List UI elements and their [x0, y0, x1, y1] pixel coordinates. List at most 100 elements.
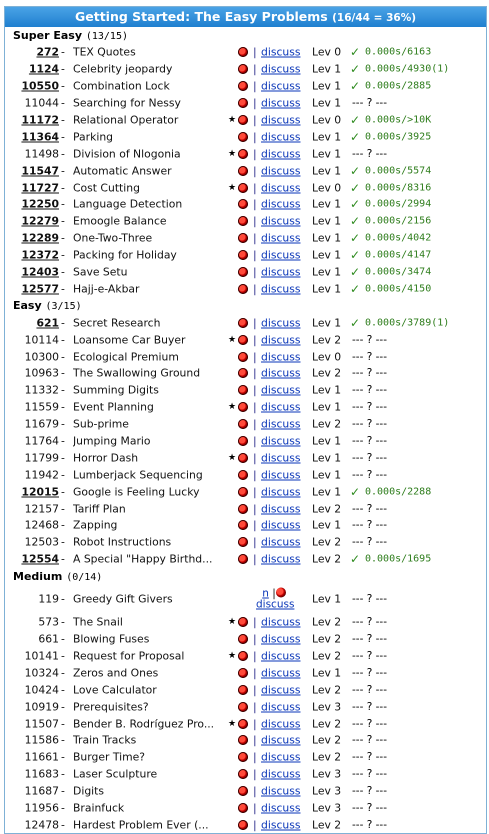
ladybug-icon[interactable]	[238, 735, 248, 746]
ladybug-icon[interactable]	[238, 250, 248, 261]
ladybug-icon[interactable]	[275, 587, 286, 598]
ladybug-icon[interactable]	[238, 115, 248, 125]
problem-id-link[interactable]: 12478	[17, 818, 59, 831]
problem-id-link[interactable]: 12250	[17, 198, 59, 211]
problem-id-link[interactable]: 12157	[17, 502, 59, 515]
ladybug-icon[interactable]	[238, 634, 248, 645]
ladybug-icon[interactable]	[238, 351, 248, 362]
ladybug-icon[interactable]	[238, 667, 248, 678]
problem-id-link[interactable]: 119	[17, 593, 59, 606]
problem-id-link[interactable]: 11172	[17, 114, 59, 127]
discuss-link[interactable]: discuss	[261, 282, 301, 295]
discuss-link[interactable]: discuss	[261, 700, 301, 713]
discuss-link[interactable]: discuss	[261, 717, 301, 730]
ladybug-icon[interactable]	[238, 701, 248, 712]
discuss-link[interactable]: discuss	[261, 215, 301, 228]
discuss-link[interactable]: discuss	[261, 249, 301, 262]
ladybug-icon[interactable]	[238, 718, 248, 729]
problem-title-link[interactable]: Loansome Car Buyer	[73, 333, 223, 346]
problem-title-link[interactable]: Digits	[73, 785, 235, 798]
problem-id-link[interactable]: 661	[17, 633, 59, 646]
problem-id-link[interactable]: 12577	[17, 282, 59, 295]
discuss-link[interactable]: discuss	[261, 734, 301, 747]
problem-id-link[interactable]: 11727	[17, 181, 59, 194]
problem-id-link[interactable]: 11764	[17, 435, 59, 448]
problem-title-link[interactable]: Greedy Gift Givers	[73, 593, 235, 606]
problem-title-link[interactable]: Request for Proposal	[73, 649, 223, 662]
problem-title-link[interactable]: Robot Instructions	[73, 536, 235, 549]
problem-id-link[interactable]: 12015	[17, 485, 59, 498]
ladybug-icon[interactable]	[238, 617, 248, 628]
ladybug-icon[interactable]	[238, 283, 248, 294]
problem-id-link[interactable]: 621	[17, 316, 59, 329]
problem-title-link[interactable]: Burger Time?	[73, 751, 235, 764]
problem-id-link[interactable]: 12403	[17, 266, 59, 279]
problem-id-link[interactable]: 10963	[17, 367, 59, 380]
problem-title-link[interactable]: Google is Feeling Lucky	[73, 485, 235, 498]
discuss-link[interactable]: discuss	[261, 333, 301, 346]
discuss-link[interactable]: discuss	[261, 553, 301, 566]
ladybug-icon[interactable]	[238, 684, 248, 695]
discuss-link[interactable]: discuss	[261, 401, 301, 414]
problem-title-link[interactable]: Zeros and Ones	[73, 666, 235, 679]
problem-id-link[interactable]: 11547	[17, 164, 59, 177]
problem-id-link[interactable]: 11942	[17, 468, 59, 481]
problem-id-link[interactable]: 11044	[17, 97, 59, 110]
ladybug-icon[interactable]	[238, 334, 248, 345]
problem-title-link[interactable]: Division of Nlogonia	[73, 147, 223, 160]
ladybug-icon[interactable]	[238, 537, 248, 548]
ladybug-icon[interactable]	[238, 182, 248, 193]
problem-title-link[interactable]: The Swallowing Ground	[73, 367, 235, 380]
ladybug-icon[interactable]	[238, 520, 248, 531]
discuss-link[interactable]: discuss	[261, 164, 301, 177]
problem-id-link[interactable]: 12554	[17, 553, 59, 566]
problem-id-link[interactable]: 11687	[17, 785, 59, 798]
discuss-link[interactable]: discuss	[261, 683, 301, 696]
problem-title-link[interactable]: Relational Operator	[73, 114, 223, 127]
discuss-link[interactable]: discuss	[261, 751, 301, 764]
problem-id-link[interactable]: 11683	[17, 768, 59, 781]
problem-id-link[interactable]: 12468	[17, 519, 59, 532]
ladybug-icon[interactable]	[238, 786, 248, 797]
ladybug-icon[interactable]	[238, 650, 248, 661]
problem-title-link[interactable]: Searching for Nessy	[73, 97, 235, 110]
discuss-link[interactable]: discuss	[261, 818, 301, 831]
ladybug-icon[interactable]	[238, 267, 248, 278]
ladybug-icon[interactable]	[238, 452, 248, 463]
ladybug-icon[interactable]	[238, 469, 248, 480]
problem-id-link[interactable]: 12279	[17, 215, 59, 228]
discuss-link[interactable]: discuss	[261, 418, 301, 431]
problem-id-link[interactable]: 11661	[17, 751, 59, 764]
ladybug-icon[interactable]	[238, 98, 248, 109]
problem-title-link[interactable]: Prerequisites?	[73, 700, 235, 713]
problem-title-link[interactable]: Blowing Fuses	[73, 633, 235, 646]
problem-title-link[interactable]: Zapping	[73, 519, 235, 532]
discuss-link[interactable]: discuss	[261, 147, 301, 160]
discuss-link[interactable]: discuss	[261, 616, 301, 629]
ladybug-icon[interactable]	[238, 81, 248, 92]
problem-title-link[interactable]: Emoogle Balance	[73, 215, 235, 228]
problem-id-link[interactable]: 11364	[17, 130, 59, 143]
ladybug-icon[interactable]	[238, 385, 248, 396]
discuss-link[interactable]: discuss	[261, 435, 301, 448]
problem-id-link[interactable]: 12289	[17, 232, 59, 245]
ladybug-icon[interactable]	[238, 486, 248, 497]
ladybug-icon[interactable]	[238, 752, 248, 763]
problem-title-link[interactable]: Parking	[73, 130, 235, 143]
problem-id-link[interactable]: 10919	[17, 700, 59, 713]
discuss-link[interactable]: discuss	[261, 801, 301, 814]
discuss-link[interactable]: discuss	[261, 97, 301, 110]
problem-title-link[interactable]: Secret Research	[73, 316, 235, 329]
discuss-link[interactable]: discuss	[261, 485, 301, 498]
discuss-link[interactable]: discuss	[261, 114, 301, 127]
ladybug-icon[interactable]	[238, 554, 248, 565]
problem-title-link[interactable]: Bender B. Rodríguez Pro...	[73, 717, 223, 730]
problem-id-link[interactable]: 12503	[17, 536, 59, 549]
problem-title-link[interactable]: Packing for Holiday	[73, 249, 235, 262]
discuss-link[interactable]: discuss	[261, 181, 301, 194]
problem-title-link[interactable]: The Snail	[73, 616, 223, 629]
discuss-link[interactable]: discuss	[261, 266, 301, 279]
ladybug-icon[interactable]	[238, 503, 248, 514]
ladybug-icon[interactable]	[238, 47, 248, 58]
ladybug-icon[interactable]	[238, 819, 248, 830]
